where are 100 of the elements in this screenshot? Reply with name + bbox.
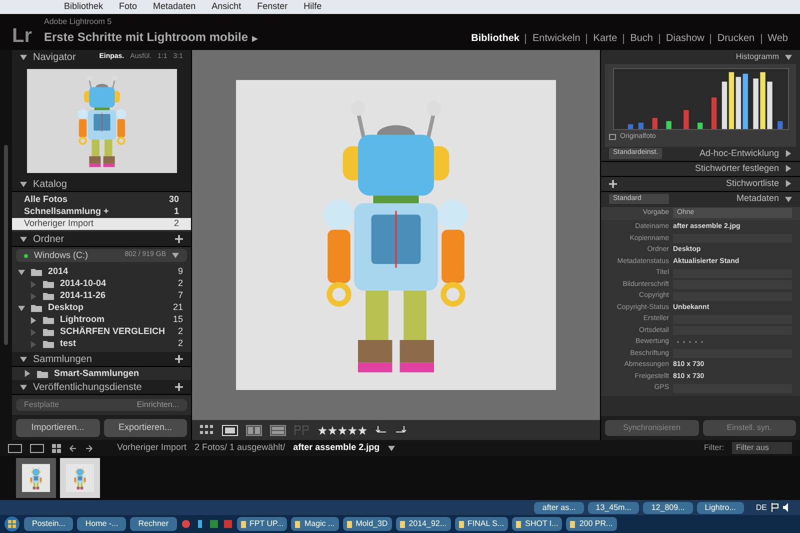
disclosure-triangle-icon[interactable] xyxy=(785,150,792,157)
taskbar-button[interactable]: after as... xyxy=(534,502,584,514)
folder-name[interactable]: test xyxy=(60,337,76,351)
catalog-item[interactable]: Alle Fotos 30 xyxy=(12,194,191,206)
language-indicator[interactable]: DE xyxy=(756,502,767,514)
folder-name[interactable]: Lightroom xyxy=(60,313,104,327)
menu-item[interactable]: Metadaten xyxy=(153,0,196,14)
taskbar-button[interactable]: Rechner xyxy=(130,517,177,531)
catalog-item[interactable]: Vorheriger Import 2 xyxy=(12,218,191,230)
export-button[interactable]: Exportieren... xyxy=(104,419,187,437)
star-icon[interactable] xyxy=(318,426,327,434)
grid-view-icon[interactable] xyxy=(52,444,61,452)
app-icon[interactable] xyxy=(208,519,219,529)
monitor-icon[interactable] xyxy=(30,444,44,452)
taskbar-button[interactable]: Mold_3D xyxy=(342,517,392,531)
product-name: Adobe Lightroom 5 xyxy=(44,16,113,28)
catalog-item[interactable]: Schnellsammlung + 1 xyxy=(12,206,191,218)
taskbar-button[interactable]: Home -... xyxy=(77,517,126,531)
folder-name[interactable]: SCHÄRFEN VERGLEICH xyxy=(60,325,166,339)
panel-title[interactable]: Navigator xyxy=(33,50,76,65)
star-icon[interactable] xyxy=(338,426,347,434)
folder-name[interactable]: Desktop xyxy=(48,301,84,315)
folder-icon xyxy=(31,268,42,276)
grid-view-icon[interactable] xyxy=(200,425,214,435)
menu-item[interactable]: Fenster xyxy=(257,0,288,14)
taskbar-button[interactable]: Postein... xyxy=(24,517,74,531)
taskbar-button[interactable]: SHOT I... xyxy=(512,517,562,531)
disclosure-triangle-icon[interactable] xyxy=(20,54,27,61)
menu-item[interactable]: Ansicht xyxy=(212,0,242,14)
compare-view-icon[interactable] xyxy=(246,424,262,436)
folder-count: 2 xyxy=(178,337,183,350)
module-tab[interactable]: Bibliothek xyxy=(471,31,520,46)
menu-item[interactable]: Bibliothek xyxy=(64,0,104,14)
filmstrip-thumbnail[interactable] xyxy=(60,458,100,498)
menu-item[interactable]: Hilfe xyxy=(304,0,322,14)
app-icon[interactable] xyxy=(180,519,191,529)
folder-count: 9 xyxy=(178,265,183,278)
taskbar-button[interactable]: FINAL S... xyxy=(454,517,508,531)
disclosure-triangle-icon[interactable] xyxy=(20,180,27,188)
monitor-icon[interactable] xyxy=(8,444,22,452)
loupe-view-icon[interactable] xyxy=(222,424,238,436)
panel-title[interactable]: Ad-hoc-Entwicklung xyxy=(699,146,779,160)
filter-dropdown[interactable]: Filter aus xyxy=(732,442,792,454)
add-icon[interactable] xyxy=(175,383,183,391)
disclosure-triangle-icon[interactable] xyxy=(785,196,792,202)
app-icon[interactable] xyxy=(222,519,233,529)
disclosure-triangle-icon[interactable] xyxy=(20,236,27,242)
folder-count: 15 xyxy=(172,313,183,326)
taskbar-button[interactable]: FPT UP... xyxy=(236,517,288,531)
add-icon[interactable] xyxy=(175,355,183,363)
menu-item[interactable]: Foto xyxy=(119,0,138,14)
panel-title[interactable]: Stichwortliste xyxy=(726,176,779,190)
app-logo: Lr xyxy=(12,26,32,46)
disclosure-triangle-icon[interactable] xyxy=(388,444,395,452)
folder-name[interactable]: 2014-10-04 xyxy=(60,277,106,291)
taskbar-button[interactable]: 13_45m... xyxy=(588,502,640,514)
import-button[interactable]: Importieren... xyxy=(16,419,100,437)
taskbar-button[interactable]: 12_809... xyxy=(643,502,693,514)
taskbar-button[interactable]: Magic ... xyxy=(291,517,339,531)
forward-arrow-icon[interactable] xyxy=(85,444,93,452)
module-tab[interactable]: Drucken xyxy=(717,31,755,46)
panel-title[interactable]: Ordner xyxy=(33,232,64,246)
panel-title[interactable]: Katalog xyxy=(33,176,67,192)
start-button[interactable] xyxy=(4,516,20,532)
back-arrow-icon[interactable] xyxy=(69,444,77,452)
play-icon[interactable] xyxy=(252,36,258,42)
rotate-right-icon[interactable] xyxy=(395,425,407,435)
add-icon[interactable] xyxy=(609,180,617,188)
module-tab[interactable]: Web xyxy=(768,31,788,46)
folder-name[interactable]: 2014-11-26 xyxy=(60,289,106,303)
folder-icon xyxy=(37,370,48,378)
module-tab[interactable]: Diashow xyxy=(666,31,704,46)
disclosure-triangle-icon[interactable] xyxy=(172,252,179,259)
source-label[interactable]: Vorheriger Import xyxy=(117,441,187,455)
star-icon[interactable] xyxy=(348,426,357,434)
disclosure-triangle-icon[interactable] xyxy=(20,356,27,362)
panel-title[interactable]: Metadaten xyxy=(736,192,779,206)
folder-name[interactable]: 2014 xyxy=(48,265,68,279)
disclosure-triangle-icon[interactable] xyxy=(785,180,792,187)
collection-name[interactable]: Smart-Sammlungen xyxy=(54,366,140,380)
taskbar-button[interactable]: 2014_92... xyxy=(396,517,451,531)
rotate-left-icon[interactable] xyxy=(375,425,387,435)
module-tab[interactable]: Entwickeln xyxy=(532,31,580,46)
survey-view-icon[interactable] xyxy=(270,424,286,436)
star-icon[interactable] xyxy=(328,426,337,434)
taskbar-button[interactable]: Lightro... xyxy=(696,502,744,514)
disclosure-triangle-icon[interactable] xyxy=(785,54,792,60)
module-tab[interactable]: Karte xyxy=(593,31,618,46)
volume-name[interactable]: Windows (C:) xyxy=(34,248,88,262)
disclosure-triangle-icon[interactable] xyxy=(785,165,792,172)
setup-link[interactable]: Einrichten... xyxy=(136,399,179,411)
star-icon[interactable] xyxy=(358,426,367,434)
panel-title[interactable]: Histogramm xyxy=(736,51,779,63)
panel-title[interactable]: Stichwörter festlegen xyxy=(694,162,779,176)
filter-label: Filter: xyxy=(704,442,724,454)
star-rating[interactable] xyxy=(318,426,367,434)
add-icon[interactable] xyxy=(175,235,183,243)
taskbar-button[interactable]: 200 PR... xyxy=(566,517,617,531)
module-tab[interactable]: Buch xyxy=(630,31,653,46)
filmstrip-thumbnail[interactable] xyxy=(16,458,56,498)
